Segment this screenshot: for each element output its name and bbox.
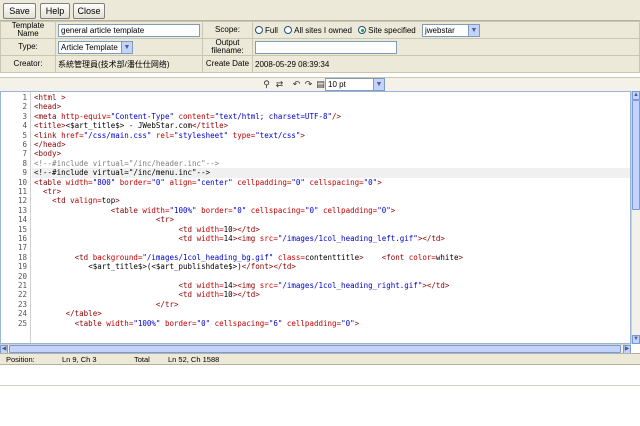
code-line: <html >: [34, 93, 66, 102]
position-label: Position:: [6, 355, 35, 364]
line-number: 19: [17, 262, 27, 272]
horizontal-scrollbar[interactable]: ◀ ▶: [0, 344, 631, 354]
create-date-value: 2008-05-29 08:39:34: [252, 55, 640, 73]
line-number: 4: [22, 121, 27, 131]
line-number: 9: [22, 168, 27, 178]
code-line: <!--#include virtual="/inc/header.inc"--…: [34, 158, 220, 168]
code-line: <!--#include virtual="/inc/menu.inc"-->: [34, 168, 211, 178]
line-number-gutter: 1 2 3 4 5 6 7 8 9 10 11 12 13 14 15 16 17 18 19 20 21 22 23 24 2…: [1, 92, 31, 343]
close-button[interactable]: Close: [73, 3, 105, 19]
code-line: <td width=14><img src="/images/1col_head…: [178, 234, 445, 243]
line-number: 10: [17, 177, 27, 187]
replace-icon[interactable]: ⇄: [274, 79, 285, 90]
line-number: 21: [17, 281, 27, 290]
line-number: 7: [22, 149, 27, 159]
output-filename-input[interactable]: [255, 40, 397, 54]
chevron-down-icon: ▼: [468, 24, 479, 36]
code-line: <link href="/css/main.css" rel="styleshe…: [34, 130, 305, 140]
code-line: <$art_title$>(<$art_publishdate$>)</font…: [88, 262, 296, 272]
line-number: 12: [17, 196, 27, 206]
scroll-up-icon[interactable]: ▲: [632, 91, 640, 100]
output-filename-label: Output filename:: [202, 38, 253, 56]
horizontal-scroll-thumb[interactable]: [9, 345, 621, 353]
code-line: <tr>: [43, 187, 62, 196]
code-line: <td width=14><img src="/images/1col_head…: [178, 281, 450, 290]
code-line: <tr>: [155, 215, 174, 225]
line-number: 3: [22, 111, 27, 121]
scope-owned-radio[interactable]: All sites I owned: [284, 26, 352, 35]
create-date-label: Create Date: [202, 55, 253, 73]
line-number: 25: [17, 318, 27, 328]
type-select[interactable]: Article Template ▼: [58, 40, 133, 54]
line-number: 13: [17, 205, 27, 215]
line-number: 8: [22, 158, 27, 168]
code-line: </table>: [65, 309, 102, 319]
line-number: 24: [17, 309, 27, 319]
find-icon[interactable]: ⚲: [261, 79, 272, 90]
code-line: <td valign=top>: [52, 196, 120, 206]
scope-specified-radio[interactable]: Site specified: [358, 26, 416, 35]
creator-value: 系統管理員(技术部/潘仕仕网络): [55, 55, 203, 73]
scope-label: Scope:: [202, 21, 253, 39]
line-number: 2: [22, 102, 27, 112]
code-line: <td background="/images/1col_heading_bg.…: [74, 252, 463, 262]
vertical-scroll-thumb[interactable]: [632, 100, 640, 210]
scroll-down-icon[interactable]: ▼: [632, 335, 640, 344]
code-line: <td width=10></td>: [178, 290, 260, 300]
position-value: Ln 9, Ch 3: [62, 355, 97, 364]
help-button[interactable]: Help: [40, 3, 70, 19]
line-number: 23: [17, 299, 27, 309]
line-number: 1: [22, 93, 27, 102]
code-line: <meta http-equiv="Content-Type" content=…: [34, 111, 342, 121]
undo-icon[interactable]: ↶: [291, 79, 302, 90]
code-line: <table width="800" border="0" align="cen…: [34, 177, 382, 187]
site-select[interactable]: jwebstar ▼: [422, 23, 480, 37]
line-number: 16: [17, 234, 27, 243]
line-number: 15: [17, 224, 27, 234]
code-line: </tr>: [155, 299, 179, 309]
code-line: <table width="100%" border="0" cellspaci…: [110, 205, 396, 215]
code-line: <body>: [34, 149, 62, 159]
font-size-select[interactable]: 10 pt ▼: [325, 78, 385, 91]
code-line: <head>: [34, 102, 62, 112]
line-number: 20: [17, 271, 27, 281]
total-label: Total: [134, 355, 150, 364]
vertical-scrollbar[interactable]: ▲ ▼: [631, 91, 640, 344]
type-label: Type:: [0, 38, 56, 56]
line-number: 5: [22, 130, 27, 140]
code-line: <title><$art_title$> - JWebStar.com</tit…: [34, 121, 229, 131]
status-bar: Position: Ln 9, Ch 3 Total Ln 52, Ch 158…: [0, 353, 640, 365]
redo-icon[interactable]: ↷: [303, 79, 314, 90]
scope-radio-group: Full All sites I owned Site specified jw…: [252, 21, 640, 39]
code-line: <table width="100%" border="0" cellspaci…: [74, 318, 360, 328]
line-number: 22: [17, 290, 27, 300]
creator-label: Creator:: [0, 55, 56, 73]
line-number: 18: [17, 252, 27, 262]
line-number: 11: [17, 187, 27, 196]
editor-toolbar: ⚲ ⇄ ↶ ↷ ▤ 10 pt ▼: [0, 77, 640, 91]
code-line: <td width=10></td>: [178, 224, 260, 234]
chevron-down-icon: ▼: [121, 41, 132, 53]
footer-area: [0, 385, 640, 426]
template-properties-form: Template Name general article template S…: [0, 21, 640, 73]
line-number: 14: [17, 215, 27, 225]
total-value: Ln 52, Ch 1588: [168, 355, 220, 364]
save-button[interactable]: Save: [3, 3, 36, 19]
scope-full-radio[interactable]: Full: [255, 26, 278, 35]
template-name-input[interactable]: general article template: [58, 23, 200, 37]
code-line: </head>: [34, 140, 66, 149]
code-editor[interactable]: 1 2 3 4 5 6 7 8 9 10 11 12 13 14 15 16 17 18 19 20 21 22 23 24 2…: [0, 91, 631, 344]
top-toolbar: Save Help Close: [0, 0, 640, 21]
line-number: 17: [17, 243, 27, 253]
line-number: 6: [22, 140, 27, 149]
chevron-down-icon: ▼: [373, 79, 384, 90]
template-name-label: Template Name: [0, 21, 56, 39]
